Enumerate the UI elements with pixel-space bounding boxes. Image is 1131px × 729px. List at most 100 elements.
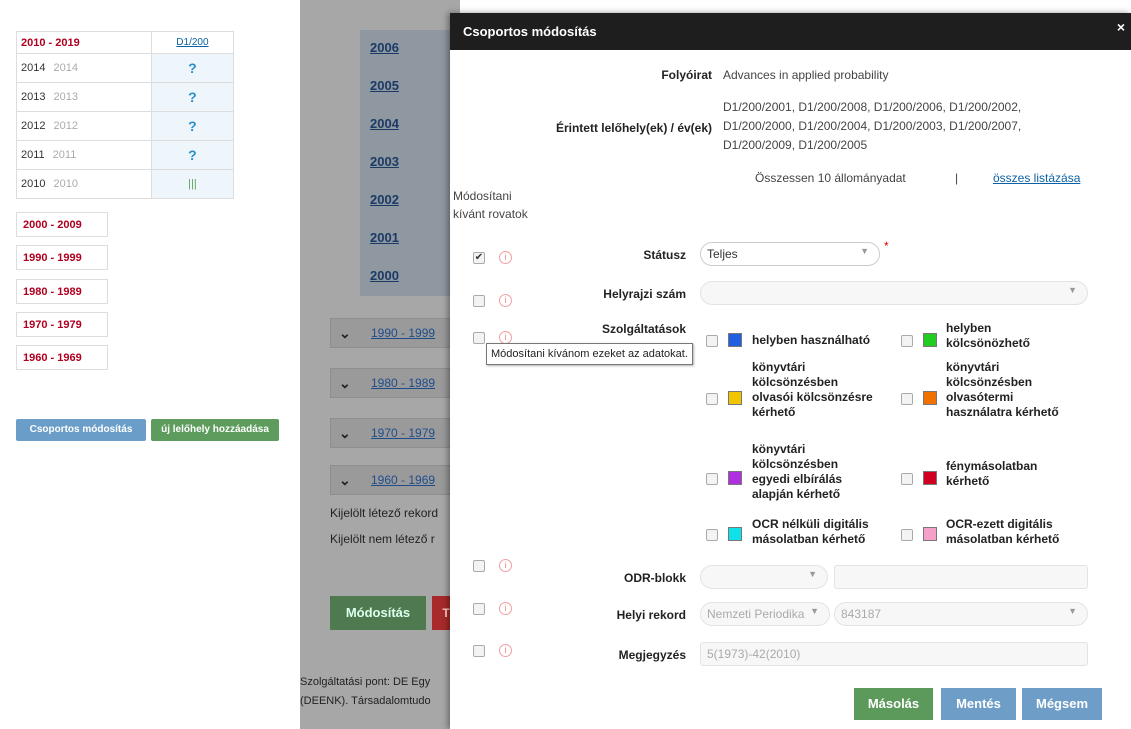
service-checkbox[interactable] (706, 529, 718, 541)
decade-row[interactable]: ⌄ 1970 - 1979 (330, 418, 460, 448)
chevron-down-icon[interactable]: ⌄ (339, 375, 351, 392)
topo-checkbox[interactable] (473, 295, 485, 307)
year-row[interactable]: 2010 2010 ||| (16, 169, 235, 199)
local-source-select[interactable]: Nemzeti Periodika ▼ (700, 602, 830, 626)
decade-link[interactable]: 1980 - 1989 (371, 376, 435, 390)
locations-label: Érintett lelőhely(ek) / év(ek) (555, 121, 712, 135)
journal-value: Advances in applied probability (723, 68, 889, 82)
local-id-select[interactable]: 843187 ▼ (834, 602, 1088, 626)
year-cell[interactable]: 2006 (360, 30, 450, 68)
group-modify-dialog: Csoportos módosítás × Folyóirat Advances… (450, 13, 1131, 729)
odr-select[interactable]: ▼ (700, 565, 828, 589)
locations-line-2: D1/200/2000, D1/200/2004, D1/200/2003, D… (723, 119, 1022, 133)
year-link[interactable]: 2001 (370, 230, 399, 245)
service-color-swatch (728, 391, 742, 405)
year-cell[interactable]: 2001 (360, 220, 450, 258)
year-row[interactable]: 2011 2011 ? (16, 140, 235, 170)
decade-row[interactable]: ⌄ 1990 - 1999 (330, 318, 460, 348)
info-icon[interactable]: i (499, 602, 512, 615)
year-cell[interactable]: 2005 (360, 68, 450, 106)
note-input[interactable]: 5(1973)-42(2010) (700, 642, 1088, 666)
modify-fields-line-2: kívánt rovatok (453, 207, 528, 221)
year-row[interactable]: 2013 2013 ? (16, 82, 235, 112)
decade-1970s[interactable]: 1970 - 1979 (16, 312, 108, 337)
close-icon[interactable]: × (1117, 19, 1125, 35)
tooltip: Módosítani kívánom ezeket az adatokat. (486, 343, 693, 365)
decade-link[interactable]: 1960 - 1969 (371, 473, 435, 487)
d1-link[interactable]: D1/200 (150, 31, 235, 54)
decade-link[interactable]: 1990 - 1999 (371, 326, 435, 340)
decade-1980s[interactable]: 1980 - 1989 (16, 279, 108, 304)
status-unknown-icon[interactable]: ? (150, 140, 235, 170)
year-link[interactable]: 2006 (370, 40, 399, 55)
year-cell[interactable]: 2000 (360, 258, 450, 296)
service-label: könyvtári kölcsönzésben olvasótermi használ… (946, 360, 1059, 419)
local-record-label: Helyi rekord (616, 608, 686, 622)
add-location-button[interactable]: új lelőhely hozzáadása (151, 419, 279, 441)
decade-row[interactable]: ⌄ 1960 - 1969 (330, 465, 460, 495)
local-id-value: 843187 (841, 607, 882, 621)
info-icon[interactable]: i (499, 559, 512, 572)
topo-select[interactable]: ▼ (700, 281, 1088, 305)
service-checkbox[interactable] (706, 393, 718, 405)
status-unknown-icon[interactable]: ? (150, 82, 235, 112)
year-row[interactable]: 2014 2014 ? (16, 53, 235, 83)
status-checkbox[interactable]: ✔ (473, 252, 485, 264)
info-icon[interactable]: i (499, 644, 512, 657)
decade-link[interactable]: 1970 - 1979 (371, 426, 435, 440)
info-icon[interactable]: i (499, 251, 512, 264)
service-checkbox[interactable] (706, 335, 718, 347)
service-color-swatch (923, 333, 937, 347)
year-link[interactable]: 2005 (370, 78, 399, 93)
year-link[interactable]: 2002 (370, 192, 399, 207)
decade-1990s[interactable]: 1990 - 1999 (16, 245, 108, 270)
note-checkbox[interactable] (473, 645, 485, 657)
list-all-link[interactable]: összes listázása (993, 171, 1080, 185)
chevron-down-icon: ▼ (1068, 606, 1077, 616)
chevron-down-icon: ▼ (808, 569, 817, 579)
service-color-swatch (728, 527, 742, 541)
cancel-button[interactable]: Mégsem (1022, 688, 1102, 720)
chevron-down-icon: ▼ (810, 606, 819, 616)
service-label: OCR-ezett digitális másolatban kérhető (946, 517, 1060, 546)
group-modify-button[interactable]: Csoportos módosítás (16, 419, 146, 441)
service-checkbox[interactable] (901, 473, 913, 485)
odr-checkbox[interactable] (473, 560, 485, 572)
info-icon[interactable]: i (499, 294, 512, 307)
chevron-down-icon[interactable]: ⌄ (339, 325, 351, 342)
status-unknown-icon[interactable]: ? (150, 111, 235, 141)
year-link[interactable]: 2004 (370, 116, 399, 131)
copy-button[interactable]: Másolás (854, 688, 933, 720)
save-button[interactable]: Mentés (941, 688, 1016, 720)
service-checkbox[interactable] (901, 393, 913, 405)
odr-input[interactable] (834, 565, 1088, 589)
year-cell[interactable]: 2003 (360, 144, 450, 182)
status-label: Státusz (643, 248, 686, 262)
year-row[interactable]: 2012 2012 ? (16, 111, 235, 141)
decade-current[interactable]: 2010 - 2019 (16, 31, 152, 54)
required-mark: * (884, 239, 889, 253)
service-color-swatch (923, 527, 937, 541)
modify-button[interactable]: Módosítás (330, 596, 426, 630)
decade-row[interactable]: ⌄ 1980 - 1989 (330, 368, 460, 398)
note-label: Megjegyzés (618, 648, 686, 662)
year-label: 2010 (21, 178, 46, 190)
services-checkbox[interactable] (473, 332, 485, 344)
service-label: OCR nélküli digitális másolatban kérhető (752, 517, 869, 546)
local-record-checkbox[interactable] (473, 603, 485, 615)
year-link[interactable]: 2000 (370, 268, 399, 283)
service-checkbox[interactable] (901, 335, 913, 347)
service-label: könyvtári kölcsönzésben egyedi elbírálás al… (752, 442, 843, 501)
volumes-icon[interactable]: ||| (150, 169, 235, 199)
chevron-down-icon[interactable]: ⌄ (339, 425, 351, 442)
year-cell[interactable]: 2004 (360, 106, 450, 144)
service-checkbox[interactable] (901, 529, 913, 541)
status-select[interactable]: Teljes ▼ (700, 242, 880, 266)
status-unknown-icon[interactable]: ? (150, 53, 235, 83)
service-checkbox[interactable] (706, 473, 718, 485)
year-cell[interactable]: 2002 (360, 182, 450, 220)
decade-2000s[interactable]: 2000 - 2009 (16, 212, 108, 237)
decade-1960s[interactable]: 1960 - 1969 (16, 345, 108, 370)
chevron-down-icon[interactable]: ⌄ (339, 472, 351, 489)
year-link[interactable]: 2003 (370, 154, 399, 169)
